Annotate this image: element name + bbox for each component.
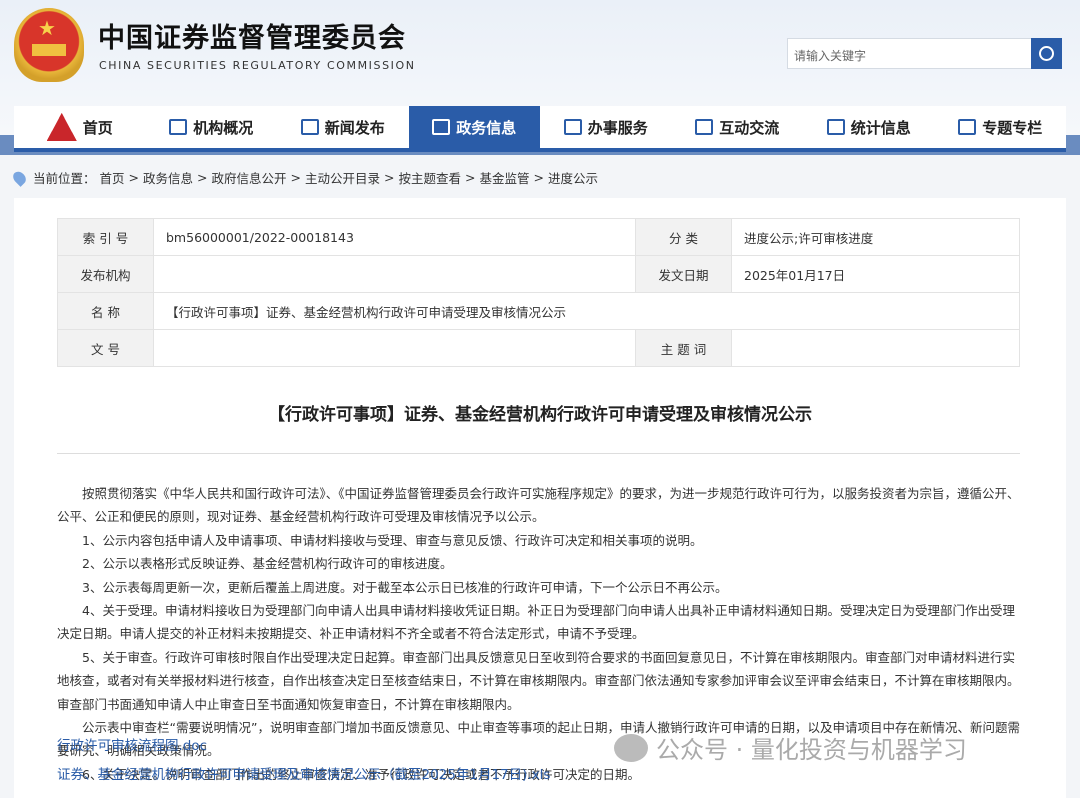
- paragraph: 4、关于受理。申请材料接收日为受理部门向申请人出具申请材料接收凭证日期。补正日为…: [57, 603, 1015, 642]
- breadcrumb-link[interactable]: 政务信息: [143, 168, 193, 187]
- nav-label: 新闻发布: [324, 118, 385, 137]
- breadcrumb-sep: >: [465, 170, 476, 185]
- date-label: 发文日期: [635, 255, 732, 293]
- monitor-icon: [432, 119, 451, 135]
- metadata-table: 索 引 号 bm56000001/2022-00018143 分 类 进度公示;…: [57, 218, 1020, 367]
- nav-topics[interactable]: 专题专栏: [935, 106, 1067, 148]
- search-icon: [1039, 46, 1054, 61]
- index-value: bm56000001/2022-00018143: [153, 218, 636, 256]
- watermark: 公众号 · 量化投资与机器学习: [614, 730, 967, 765]
- name-value: 【行政许可事项】证券、基金经营机构行政许可申请受理及审核情况公示: [153, 292, 1020, 330]
- docno-label: 文 号: [57, 329, 154, 367]
- paragraph: 2、公示以表格形式反映证券、基金经营机构行政许可的审核进度。: [82, 556, 453, 572]
- breadcrumb-sep: >: [128, 170, 140, 185]
- table-row: 文 号 主 题 词: [57, 329, 1020, 367]
- site-title-cn: 中国证券监督管理委员会: [98, 23, 406, 54]
- docno-value: [153, 329, 636, 367]
- publisher-label: 发布机构: [57, 255, 154, 293]
- main-nav: 首页 机构概况 新闻发布 政务信息 办事服务 互动交流 统计信息 专题专栏: [14, 106, 1066, 152]
- table-row: 索 引 号 bm56000001/2022-00018143 分 类 进度公示;…: [57, 218, 1020, 256]
- national-emblem-logo: ★: [14, 8, 84, 82]
- table-row: 发布机构 发文日期 2025年01月17日: [57, 255, 1020, 293]
- table-row: 名 称 【行政许可事项】证券、基金经营机构行政许可申请受理及审核情况公示: [57, 292, 1020, 330]
- nav-label: 政务信息: [456, 118, 517, 137]
- nav-label: 专题专栏: [982, 118, 1043, 137]
- breadcrumb-sep: >: [533, 170, 545, 185]
- breadcrumb-sep: >: [384, 170, 395, 185]
- category-value: 进度公示;许可审核进度: [731, 218, 1020, 256]
- paragraph: 5、关于审查。行政许可审核时限自作出受理决定日起算。审查部门出具反馈意见日至收到…: [57, 649, 1020, 712]
- breadcrumb-link[interactable]: 政府信息公开: [212, 168, 287, 187]
- date-value: 2025年01月17日: [731, 255, 1020, 293]
- search-button[interactable]: [1031, 38, 1062, 69]
- breadcrumb-prefix: 当前位置：: [33, 171, 96, 186]
- site-title-en: CHINA SECURITIES REGULATORY COMMISSION: [99, 59, 416, 72]
- nav-label: 办事服务: [587, 118, 648, 137]
- nav-news[interactable]: 新闻发布: [277, 106, 409, 148]
- building-icon: [169, 119, 188, 135]
- nav-label: 互动交流: [719, 118, 780, 137]
- divider: [57, 453, 1020, 454]
- publisher-value: [153, 255, 636, 293]
- nav-statistics[interactable]: 统计信息: [803, 106, 935, 148]
- nav-label: 首页: [82, 118, 113, 137]
- document-icon: [958, 119, 977, 135]
- attachments: 行政许可审核流程图.doc 证券、基金经营机构行政许可申请受理及审核情况公示（截…: [57, 734, 550, 792]
- paragraph: 按照贯彻落实《中华人民共和国行政许可法》、《中国证券监督管理委员会行政许可实施程…: [57, 486, 1020, 525]
- breadcrumb-link[interactable]: 首页: [100, 168, 125, 187]
- newspaper-icon: [300, 119, 319, 135]
- watermark-text: 公众号 · 量化投资与机器学习: [656, 736, 967, 764]
- location-pin-icon: [10, 168, 29, 187]
- search-input[interactable]: 请输入关键字: [787, 38, 1032, 69]
- csrc-logo-icon: [46, 113, 77, 141]
- breadcrumb-sep: >: [290, 170, 302, 185]
- breadcrumb-sep: >: [197, 170, 208, 185]
- index-label: 索 引 号: [57, 218, 154, 256]
- breadcrumb-link[interactable]: 基金监管: [480, 168, 530, 187]
- content-panel: 索 引 号 bm56000001/2022-00018143 分 类 进度公示;…: [14, 198, 1066, 798]
- nav-label: 统计信息: [850, 118, 911, 137]
- topic-value: [731, 329, 1020, 367]
- attachment-link-doc[interactable]: 行政许可审核流程图.doc: [57, 734, 550, 763]
- attachment-link-xls[interactable]: 证券、基金经营机构行政许可申请受理及审核情况公示（截至2025年1月17日).x…: [57, 763, 550, 792]
- breadcrumb: 当前位置： 首页 > 政务信息 > 政府信息公开 > 主动公开目录 > 按主题查看 > 基…: [10, 168, 598, 187]
- list-icon: [563, 119, 582, 135]
- name-label: 名 称: [57, 292, 154, 330]
- nav-home[interactable]: 首页: [14, 106, 146, 148]
- paragraph: 1、公示内容包括申请人及申请事项、申请材料接收与受理、审查与意见反馈、行政许可决…: [82, 532, 703, 548]
- nav-label: 机构概况: [193, 118, 254, 137]
- wechat-icon: [614, 733, 648, 762]
- topic-label: 主 题 词: [635, 329, 732, 367]
- breadcrumb-link[interactable]: 主动公开目录: [305, 168, 380, 187]
- document-title: 【行政许可事项】证券、基金经营机构行政许可申请受理及审核情况公示: [268, 405, 812, 425]
- nav-services[interactable]: 办事服务: [540, 106, 672, 148]
- nav-about[interactable]: 机构概况: [146, 106, 278, 148]
- category-label: 分 类: [635, 218, 732, 256]
- nav-interaction[interactable]: 互动交流: [672, 106, 804, 148]
- nav-gov-info[interactable]: 政务信息: [408, 106, 540, 148]
- breadcrumb-link[interactable]: 按主题查看: [399, 168, 462, 187]
- paragraph: 3、公示表每周更新一次，更新后覆盖上周进度。对于截至本公示日已核准的行政许可申请…: [82, 579, 728, 595]
- chat-icon: [695, 119, 714, 135]
- bar-chart-icon: [826, 119, 845, 135]
- breadcrumb-link[interactable]: 进度公示: [548, 168, 598, 187]
